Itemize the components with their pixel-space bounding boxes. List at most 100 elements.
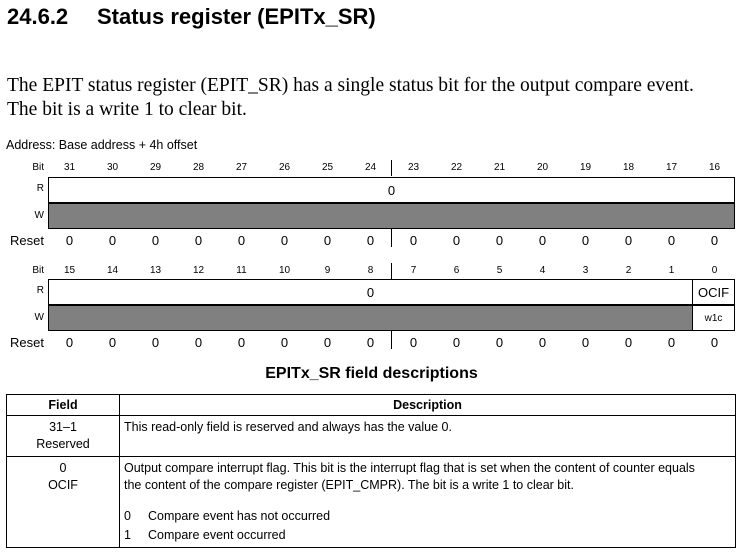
lower-w-field (48, 305, 693, 331)
bit-number: 23 (407, 162, 420, 173)
reset-value: 0 (323, 233, 332, 248)
reset-value: 0 (710, 233, 719, 248)
field-cell: 31–1 Reserved (6, 415, 120, 457)
bit-number: 7 (410, 265, 417, 276)
reset-value: 0 (624, 233, 633, 248)
lower-r-field: 0 (48, 279, 693, 305)
bit-number: 5 (496, 265, 503, 276)
bit-number: 18 (622, 162, 635, 173)
field-name: OCIF (48, 478, 78, 492)
value-meaning: Compare event occurred (148, 528, 286, 542)
bit-number: 12 (192, 265, 205, 276)
bit-number: 10 (278, 265, 291, 276)
reset-value: 0 (108, 335, 117, 350)
bit-number: 24 (364, 162, 377, 173)
upper-r-value: 0 (387, 182, 396, 198)
bit-number: 9 (324, 265, 331, 276)
bit-number: 26 (278, 162, 291, 173)
reset-value: 0 (194, 335, 203, 350)
bit-number: 4 (539, 265, 546, 276)
bit-number: 22 (450, 162, 463, 173)
field-bits: 31–1 (49, 420, 77, 434)
reset-value: 0 (366, 233, 375, 248)
value-code: 0 (124, 509, 131, 523)
bit-number: 13 (149, 265, 162, 276)
ocif-w-label: w1c (704, 312, 723, 324)
bit-number: 0 (711, 265, 718, 276)
value-meaning: Compare event has not occurred (148, 509, 331, 523)
reset-row-label: Reset (10, 233, 44, 248)
field-descriptions-table: Field Description 31–1 Reserved This rea… (6, 394, 736, 548)
reset-value: 0 (237, 335, 246, 350)
reset-value: 0 (65, 335, 74, 350)
reset-value: 0 (108, 233, 117, 248)
value-row: 1 Compare event occurred (124, 527, 731, 544)
reset-value: 0 (409, 335, 418, 350)
bit-number: 11 (236, 265, 247, 276)
bit-number: 27 (235, 162, 248, 173)
w-row-label: W (34, 210, 44, 221)
ocif-w-field: w1c (692, 305, 735, 331)
intro-paragraph: The EPIT status register (EPIT_SR) has a… (7, 74, 737, 122)
ocif-r-label: OCIF (697, 284, 730, 300)
bit-number: 2 (625, 265, 632, 276)
reset-value: 0 (452, 233, 461, 248)
reset-value: 0 (624, 335, 633, 350)
table-row: 0 OCIF Output compare interrupt flag. Th… (6, 456, 736, 548)
bit-number: 19 (579, 162, 592, 173)
field-name: Reserved (36, 437, 90, 451)
description-text: the content of the compare register (EPI… (124, 478, 574, 492)
upper-r-field: 0 (48, 177, 735, 203)
reset-value: 0 (65, 233, 74, 248)
r-row-label: R (36, 285, 44, 296)
section-heading: 24.6.2 Status register (EPITx_SR) (7, 4, 376, 30)
intro-line-1: The EPIT status register (EPIT_SR) has a… (7, 75, 694, 96)
table-header-row: Field Description (6, 394, 736, 416)
field-cell: 0 OCIF (6, 456, 120, 548)
ocif-r-field: OCIF (692, 279, 735, 305)
bit-number: 29 (149, 162, 162, 173)
reset-value: 0 (151, 233, 160, 248)
bit-number: 28 (192, 162, 205, 173)
table-row: 31–1 Reserved This read-only field is re… (6, 415, 736, 457)
w-row-label: W (34, 312, 44, 323)
reset-value: 0 (581, 335, 590, 350)
bit-number: 31 (63, 162, 76, 173)
bit-number: 25 (321, 162, 334, 173)
reset-value: 0 (495, 335, 504, 350)
bit-row-label: Bit (32, 265, 44, 276)
bit-number: 20 (536, 162, 549, 173)
bit-number: 30 (106, 162, 119, 173)
bit-number: 1 (668, 265, 675, 276)
bit-number: 14 (106, 265, 119, 276)
description-text: Output compare interrupt flag. This bit … (124, 461, 695, 475)
reset-value: 0 (409, 233, 418, 248)
bit-number: 17 (665, 162, 678, 173)
bit-number: 6 (453, 265, 460, 276)
reset-value: 0 (237, 233, 246, 248)
description-header: Description (119, 394, 736, 416)
description-text: This read-only field is reserved and alw… (124, 420, 452, 434)
upper-w-field (48, 203, 735, 229)
reset-value: 0 (280, 233, 289, 248)
r-row-label: R (36, 183, 44, 194)
description-cell: This read-only field is reserved and alw… (119, 415, 736, 457)
lower-r-value: 0 (366, 284, 375, 300)
field-bits: 0 (59, 461, 67, 475)
field-header: Field (6, 394, 120, 416)
reset-value: 0 (581, 233, 590, 248)
value-code: 1 (124, 528, 131, 542)
section-title: Status register (EPITx_SR) (97, 4, 376, 29)
reset-value: 0 (538, 335, 547, 350)
intro-line-2: The bit is a write 1 to clear bit. (7, 99, 247, 120)
reset-value: 0 (667, 233, 676, 248)
value-row: 0 Compare event has not occurred (124, 508, 731, 525)
bit-number: 16 (708, 162, 721, 173)
bit-number: 8 (367, 265, 374, 276)
reset-value: 0 (495, 233, 504, 248)
reset-value: 0 (538, 233, 547, 248)
reset-value: 0 (323, 335, 332, 350)
reset-row-label: Reset (10, 335, 44, 350)
table-title: EPITx_SR field descriptions (265, 365, 478, 382)
reset-value: 0 (366, 335, 375, 350)
